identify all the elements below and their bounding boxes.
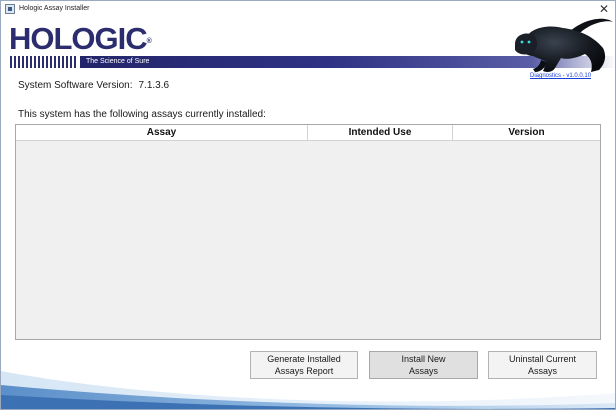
software-version-value: 7.1.3.6 (138, 80, 170, 91)
panther-eye-left (520, 40, 524, 44)
column-header-version[interactable]: Version (453, 125, 600, 140)
diagnostics-version-link[interactable]: Diagnostics - v1.0.0.10 (530, 72, 591, 80)
tagline: The Science of Sure (86, 58, 150, 65)
panther-eye-right (527, 40, 531, 44)
install-new-assays-button[interactable]: Install New Assays (369, 351, 478, 379)
generate-report-button[interactable]: Generate Installed Assays Report (250, 351, 358, 379)
registered-mark: ® (146, 38, 152, 45)
window-title: Hologic Assay Installer (19, 5, 90, 12)
system-software-version: System Software Version: 7.1.3.6 (18, 79, 169, 92)
column-header-assay[interactable]: Assay (16, 125, 308, 140)
uninstall-assays-button[interactable]: Uninstall Current Assays (488, 351, 597, 379)
software-version-label: System Software Version: (18, 80, 133, 91)
installed-assays-table[interactable]: Assay Intended Use Version (15, 124, 601, 340)
installed-assays-label: This system has the following assays cur… (18, 109, 266, 120)
logo-stripes (10, 56, 78, 68)
panther-tail (569, 18, 613, 32)
logo-text: HOLOGIC (9, 21, 148, 56)
app-window-icon (5, 4, 15, 14)
column-header-intended-use[interactable]: Intended Use (308, 125, 453, 140)
tagline-bar: The Science of Sure (80, 56, 532, 68)
table-header: Assay Intended Use Version (16, 125, 600, 141)
panther-image (515, 18, 613, 72)
hologic-logo: HOLOGIC® (9, 22, 152, 55)
panther-head (515, 33, 538, 55)
installer-window: Hologic Assay Installer ✕ HOLOGIC® The S… (0, 0, 616, 410)
